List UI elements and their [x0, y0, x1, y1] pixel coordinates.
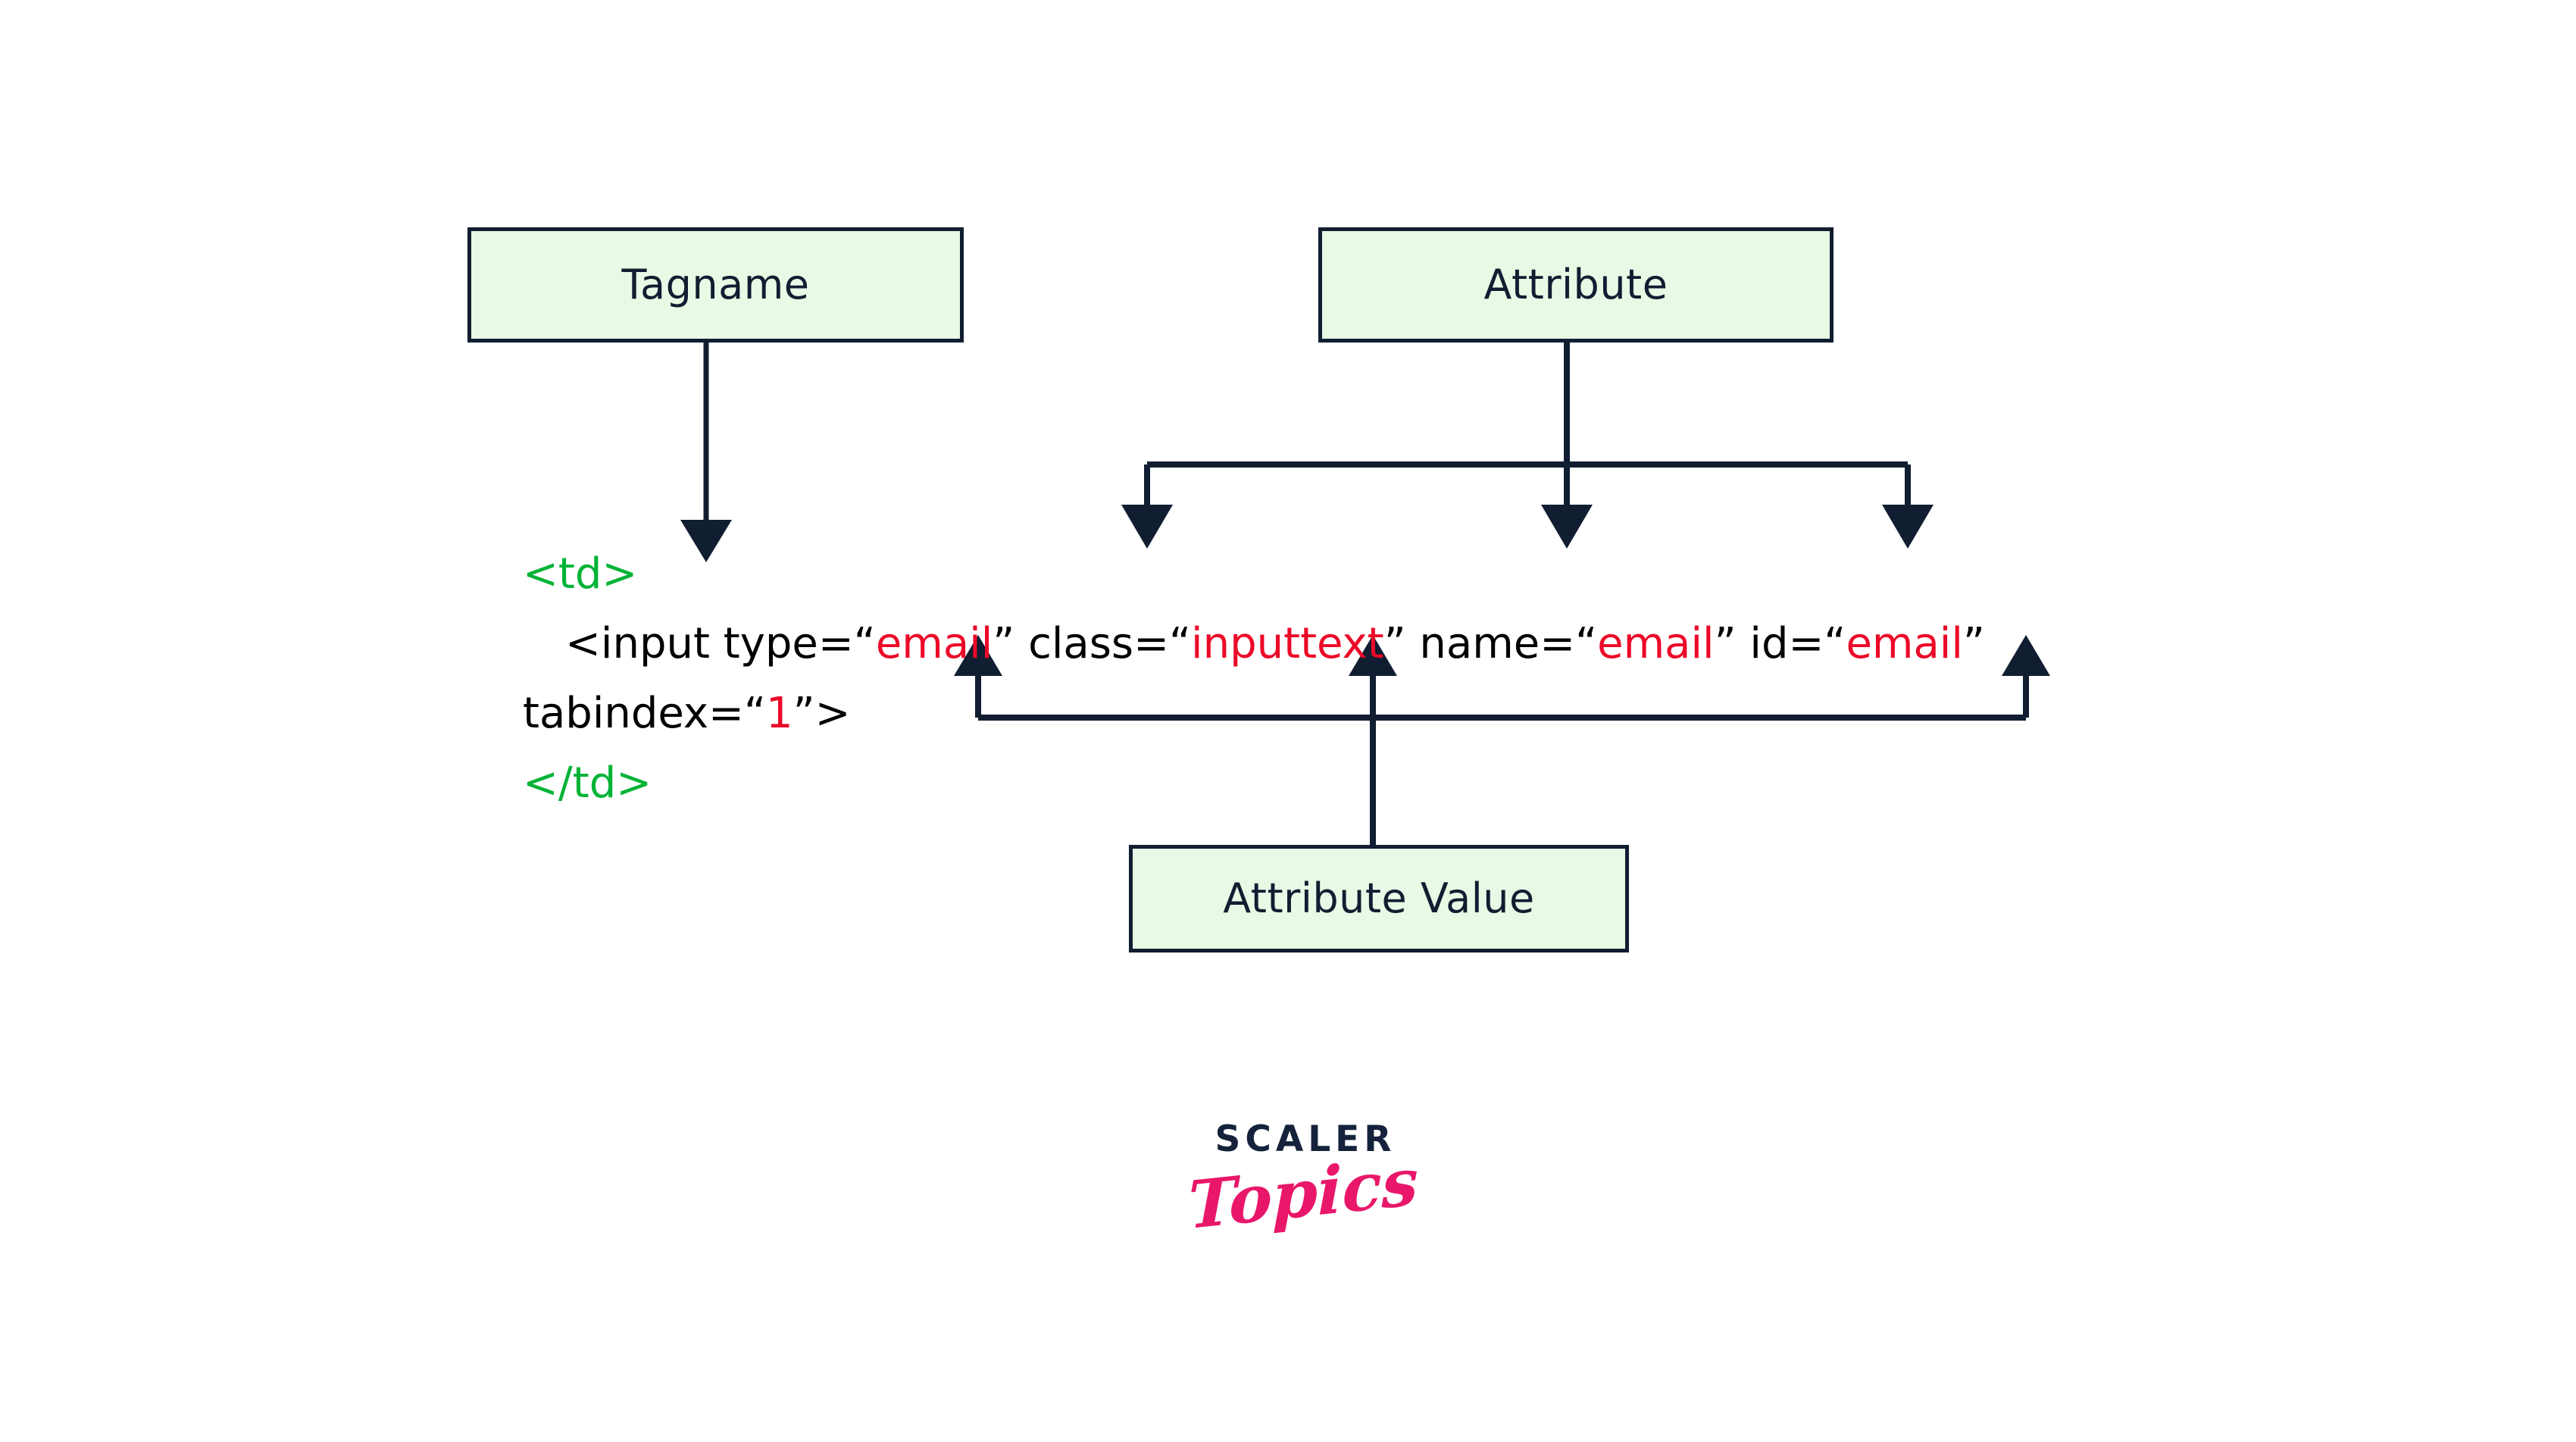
code-input-part1: <input type=“: [565, 619, 876, 668]
code-value-name: email: [1597, 619, 1715, 668]
code-close-tag: </td>: [523, 759, 652, 808]
node-box-attribute-value[interactable]: Attribute Value: [1129, 845, 1629, 952]
code-input-part4: ” id=“: [1714, 619, 1846, 668]
scaler-topics-logo: SCALER Topics: [1182, 1121, 1424, 1244]
code-tabindex-part1: tabindex=“: [523, 689, 766, 738]
code-snippet: <td> <input type=“email” class=“inputtex…: [523, 540, 2174, 818]
node-box-attribute[interactable]: Attribute: [1318, 227, 1834, 343]
code-input-part3: ” name=“: [1383, 619, 1598, 668]
connector-attribute-to-names: [1121, 343, 1934, 549]
connector-tagname-to-input: [680, 343, 732, 562]
code-tabindex-part2: ”>: [792, 689, 851, 738]
code-open-tag: <td>: [523, 549, 638, 599]
code-value-type: email: [875, 619, 993, 668]
code-input-line: <input type=“email” class=“inputtext” na…: [523, 609, 2174, 749]
code-input-part2: ” class=“: [993, 619, 1192, 668]
node-label-attribute-value: Attribute Value: [1223, 874, 1535, 922]
node-label-tagname: Tagname: [621, 261, 810, 308]
code-value-tabindex: 1: [765, 689, 793, 738]
diagram-canvas: Tagname Attribute Attribute Value <td> <…: [0, 0, 2576, 1442]
node-box-tagname[interactable]: Tagname: [467, 227, 964, 343]
code-input-part5: ”: [1962, 619, 1985, 668]
code-value-class: inputtext: [1191, 619, 1384, 668]
logo-product-text: Topics: [1188, 1143, 1418, 1245]
code-value-id: email: [1846, 619, 1963, 668]
node-label-attribute: Attribute: [1483, 261, 1668, 308]
